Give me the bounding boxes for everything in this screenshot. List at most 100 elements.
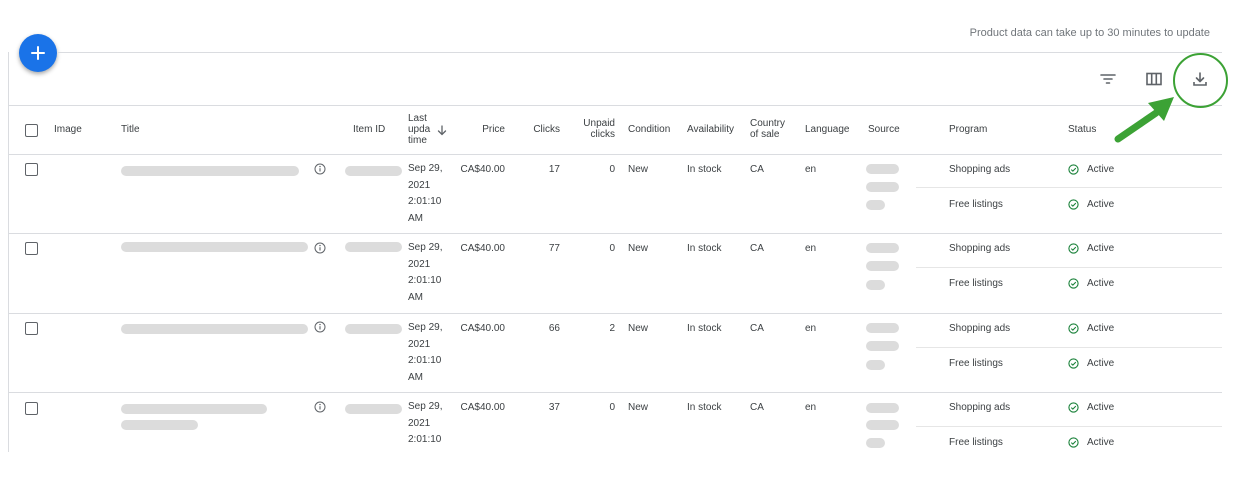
title-placeholder <box>121 420 198 430</box>
condition-cell: New <box>628 323 649 334</box>
program-cell: Free listings <box>949 278 1003 289</box>
header-image: Image <box>54 124 82 135</box>
title-placeholder <box>121 242 308 252</box>
add-button[interactable] <box>19 34 57 72</box>
last-update-date: Sep 29, 2021 2:01:10 AM <box>408 242 443 303</box>
header-item-id[interactable]: Item ID <box>353 124 385 135</box>
header-last-update[interactable]: Last upda time <box>408 113 430 146</box>
item-id-placeholder <box>345 166 402 176</box>
status-badge: Active <box>1068 437 1114 448</box>
price-cell: CA$40.00 <box>460 323 505 334</box>
source-placeholder <box>866 403 899 413</box>
program-cell: Shopping ads <box>949 164 1011 175</box>
language-cell: en <box>805 402 817 413</box>
condition-cell: New <box>628 243 649 254</box>
check-circle-icon <box>1068 358 1079 369</box>
source-placeholder <box>866 341 899 351</box>
columns-icon <box>1146 72 1162 86</box>
header-clicks[interactable]: Clicks <box>520 124 560 135</box>
check-circle-icon <box>1068 402 1079 413</box>
clicks-cell: 17 <box>548 164 560 175</box>
language-cell: en <box>805 164 817 175</box>
program-cell: Free listings <box>949 358 1003 369</box>
title-placeholder <box>121 324 308 334</box>
country-cell: CA <box>750 243 764 254</box>
status-badge: Active <box>1068 278 1114 289</box>
check-circle-icon <box>1068 164 1079 175</box>
availability-cell: In stock <box>687 243 722 254</box>
country-cell: CA <box>750 164 764 175</box>
header-divider <box>8 154 1222 155</box>
unpaid-clicks-cell: 0 <box>609 164 615 175</box>
header-availability[interactable]: Availability <box>687 124 734 135</box>
source-placeholder <box>866 182 899 192</box>
price-cell: CA$40.00 <box>460 164 505 175</box>
info-icon[interactable] <box>314 163 326 175</box>
info-icon[interactable] <box>314 401 326 413</box>
availability-cell: In stock <box>687 402 722 413</box>
unpaid-clicks-cell: 0 <box>609 402 615 413</box>
row-checkbox[interactable] <box>25 402 38 415</box>
info-icon[interactable] <box>314 242 326 254</box>
last-update-date: Sep 29, 2021 2:01:10 AM <box>408 322 443 383</box>
header-country[interactable]: Country of sale <box>750 118 785 140</box>
program-cell: Shopping ads <box>949 323 1011 334</box>
info-icon[interactable] <box>314 321 326 333</box>
select-all-checkbox[interactable] <box>25 124 38 137</box>
header-source[interactable]: Source <box>868 124 900 135</box>
program-divider <box>916 267 1222 268</box>
filter-button[interactable] <box>1098 69 1118 89</box>
clicks-cell: 77 <box>548 243 560 254</box>
country-cell: CA <box>750 402 764 413</box>
arrow-down-icon[interactable] <box>437 125 447 136</box>
crop-cover <box>0 452 1257 484</box>
status-badge: Active <box>1068 243 1114 254</box>
availability-cell: In stock <box>687 164 722 175</box>
source-placeholder <box>866 360 885 370</box>
source-placeholder <box>866 243 899 253</box>
check-circle-icon <box>1068 437 1079 448</box>
unpaid-clicks-cell: 2 <box>609 323 615 334</box>
item-id-placeholder <box>345 324 402 334</box>
item-id-placeholder <box>345 404 402 414</box>
title-placeholder <box>121 166 299 176</box>
plus-icon <box>31 46 45 60</box>
header-title[interactable]: Title <box>121 124 140 135</box>
price-cell: CA$40.00 <box>460 243 505 254</box>
program-cell: Shopping ads <box>949 243 1011 254</box>
header-status[interactable]: Status <box>1068 124 1096 135</box>
condition-cell: New <box>628 402 649 413</box>
source-placeholder <box>866 280 885 290</box>
language-cell: en <box>805 323 817 334</box>
header-condition[interactable]: Condition <box>628 124 670 135</box>
header-unpaid-clicks[interactable]: Unpaid clicks <box>570 118 615 140</box>
program-divider <box>916 426 1222 427</box>
program-cell: Free listings <box>949 199 1003 210</box>
source-placeholder <box>866 438 885 448</box>
program-divider <box>916 187 1222 188</box>
item-id-placeholder <box>345 242 402 252</box>
availability-cell: In stock <box>687 323 722 334</box>
last-update-date: Sep 29, 2021 2:01:10 AM <box>408 163 443 224</box>
status-badge: Active <box>1068 402 1114 413</box>
highlight-arrow <box>1114 97 1174 143</box>
header-language[interactable]: Language <box>805 124 850 135</box>
status-badge: Active <box>1068 358 1114 369</box>
check-circle-icon <box>1068 243 1079 254</box>
toolbar-top-divider <box>58 52 1222 53</box>
row-divider <box>8 392 1222 393</box>
filter-icon <box>1100 74 1116 84</box>
title-placeholder <box>121 404 267 414</box>
source-placeholder <box>866 420 899 430</box>
row-checkbox[interactable] <box>25 242 38 255</box>
header-program[interactable]: Program <box>949 124 987 135</box>
row-checkbox[interactable] <box>25 322 38 335</box>
unpaid-clicks-cell: 0 <box>609 243 615 254</box>
price-cell: CA$40.00 <box>460 402 505 413</box>
status-badge: Active <box>1068 323 1114 334</box>
row-checkbox[interactable] <box>25 163 38 176</box>
header-price[interactable]: Price <box>465 124 505 135</box>
download-highlight-circle <box>1173 53 1228 108</box>
program-divider <box>916 347 1222 348</box>
columns-button[interactable] <box>1144 69 1164 89</box>
